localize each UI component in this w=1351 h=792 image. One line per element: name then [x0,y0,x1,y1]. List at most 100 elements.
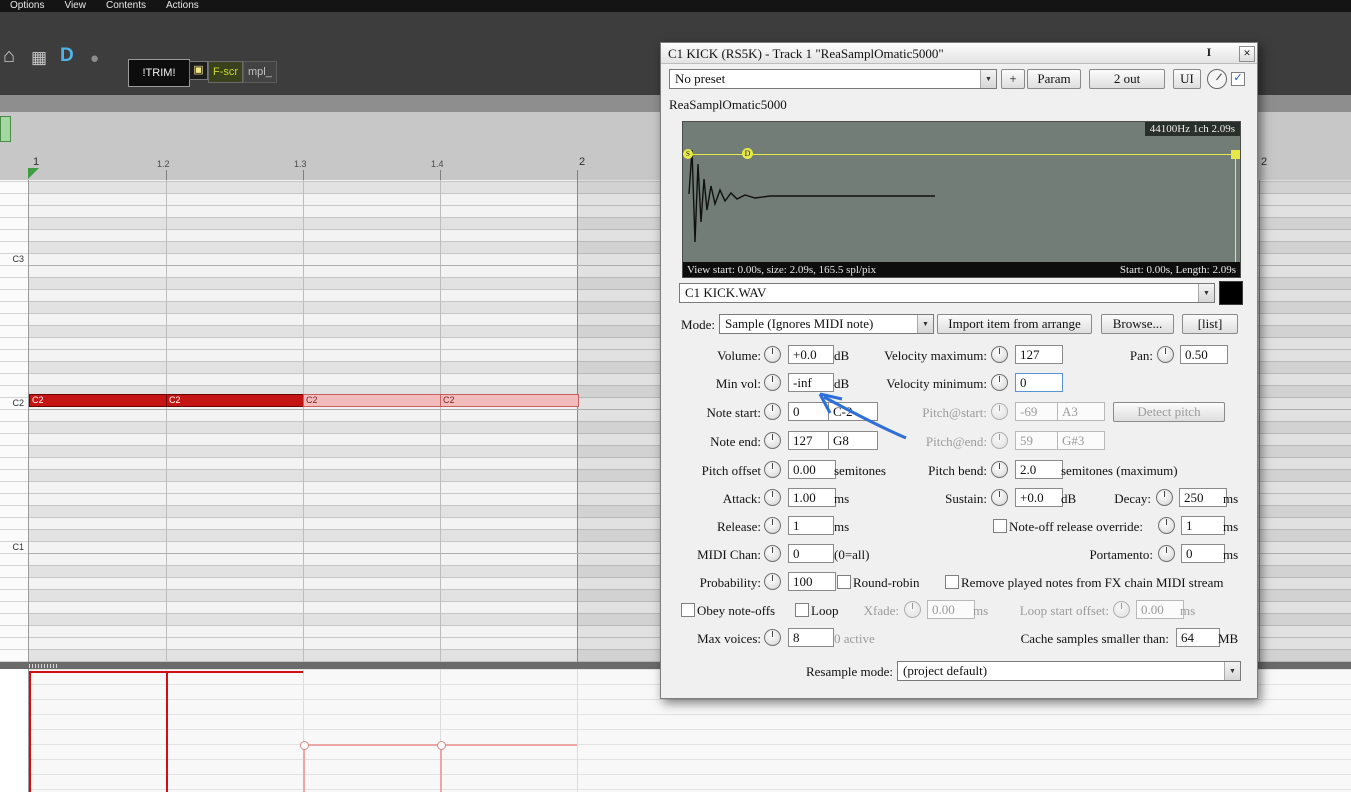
menu-contents[interactable]: Contents [96,0,156,12]
piano-keys[interactable] [0,180,29,662]
detect-pitch-button[interactable]: Detect pitch [1113,402,1225,422]
wet-dry-knob[interactable] [1207,69,1227,89]
volume-field[interactable]: +0.0 [788,345,834,364]
loop-start-field[interactable]: 0.00 [1136,600,1184,619]
pitch-start-knob[interactable] [991,403,1008,420]
cache-field[interactable]: 64 [1176,628,1220,647]
sustain-field[interactable]: +0.0 [1015,488,1063,507]
pitch-bend-knob[interactable] [991,461,1008,478]
list-button[interactable]: [list] [1182,314,1238,334]
note-end-knob[interactable] [764,432,781,449]
sample-combo[interactable]: C1 KICK.WAV ▼ [679,283,1215,303]
note-start-knob[interactable] [764,403,781,420]
max-voices-knob[interactable] [764,629,781,646]
lane-drag-handle[interactable] [29,664,57,668]
midi-note-selected[interactable]: C2 [29,394,168,407]
chevron-down-icon[interactable]: ▼ [1198,284,1214,302]
chevron-down-icon[interactable]: ▼ [1224,662,1240,680]
sustain-knob[interactable] [991,489,1008,506]
midi-chan-field[interactable]: 0 [788,544,834,563]
param-button[interactable]: Param [1027,69,1081,89]
sample-end-line[interactable] [1235,154,1236,262]
browse-button[interactable]: Browse... [1101,314,1174,334]
pitch-bend-field[interactable]: 2.0 [1015,460,1063,479]
reaper-d-icon[interactable]: D [60,45,74,67]
monitor-icon[interactable]: ● [90,50,99,67]
vel-min-field[interactable]: 0 [1015,373,1063,392]
velocity-handle[interactable] [437,741,446,750]
round-robin-checkbox[interactable] [837,575,851,589]
decay-knob[interactable] [1156,489,1173,506]
ui-button[interactable]: UI [1173,69,1201,89]
pan-field[interactable]: 0.50 [1180,345,1228,364]
noteoff-override-field[interactable]: 1 [1181,516,1225,535]
clip-icon[interactable]: ▣ [189,61,208,80]
probability-knob[interactable] [764,573,781,590]
xfade-field[interactable]: 0.00 [927,600,975,619]
remove-played-checkbox[interactable] [945,575,959,589]
item-start-marker[interactable] [28,168,39,179]
home-icon[interactable]: ⌂ [3,45,15,68]
pitch-start-note-field[interactable]: A3 [1057,402,1105,421]
chevron-down-icon[interactable]: ▼ [980,70,996,88]
vel-max-knob[interactable] [991,346,1008,363]
midi-note-unselected[interactable]: C2 [303,394,442,407]
release-field[interactable]: 1 [788,516,834,535]
end-handle[interactable] [1231,150,1240,159]
portamento-knob[interactable] [1158,545,1175,562]
gain-envelope-line[interactable] [683,154,1240,155]
xfade-knob[interactable] [904,601,921,618]
noteoff-override-knob[interactable] [1158,517,1175,534]
menu-actions[interactable]: Actions [156,0,209,12]
vel-min-knob[interactable] [991,374,1008,391]
loop-start-knob[interactable] [1113,601,1130,618]
pitch-end-knob[interactable] [991,432,1008,449]
preset-save-button[interactable]: + [1001,69,1025,89]
chevron-down-icon[interactable]: ▼ [917,315,933,333]
close-icon[interactable]: ✕ [1239,46,1255,62]
waveform-display[interactable]: 44100Hz 1ch 2.09s S D View start: 0.00s,… [682,121,1241,278]
velocity-stem[interactable] [440,744,442,792]
start-marker[interactable]: S [683,149,693,159]
pitch-start-field[interactable]: -69 [1015,402,1061,421]
fscr-button[interactable]: F-scr [208,61,244,83]
dock-icon[interactable]: I [1201,45,1217,61]
attack-knob[interactable] [764,489,781,506]
pitch-end-note-field[interactable]: G#3 [1057,431,1105,450]
pitch-offset-field[interactable]: 0.00 [788,460,836,479]
min-vol-field[interactable]: -inf [788,373,834,392]
probability-field[interactable]: 100 [788,572,836,591]
pitch-offset-knob[interactable] [764,461,781,478]
mpl-button[interactable]: mpl_ [243,61,277,83]
grid-icon[interactable]: ▦ [31,48,47,68]
obey-noteoffs-checkbox[interactable] [681,603,695,617]
velocity-stem[interactable] [166,671,168,792]
velocity-stem[interactable] [303,744,305,792]
mode-combo[interactable]: Sample (Ignores MIDI note) ▼ [719,314,934,334]
import-item-button[interactable]: Import item from arrange [937,314,1092,334]
pitch-end-field[interactable]: 59 [1015,431,1061,450]
velocity-stem[interactable] [29,671,31,792]
midi-note-unselected[interactable]: C2 [440,394,579,407]
release-knob[interactable] [764,517,781,534]
portamento-field[interactable]: 0 [1181,544,1225,563]
resample-combo[interactable]: (project default) ▼ [897,661,1241,681]
midi-chan-knob[interactable] [764,545,781,562]
vel-max-field[interactable]: 127 [1015,345,1063,364]
d-marker[interactable]: D [742,148,753,159]
menu-view[interactable]: View [54,0,96,12]
decay-field[interactable]: 250 [1179,488,1227,507]
trim-button[interactable]: !TRIM! [128,59,190,87]
loop-checkbox[interactable] [795,603,809,617]
pan-knob[interactable] [1157,346,1174,363]
min-vol-knob[interactable] [764,374,781,391]
midi-note-selected[interactable]: C2 [166,394,305,407]
channels-button[interactable]: 2 out [1089,69,1165,89]
noteoff-override-checkbox[interactable] [993,519,1007,533]
fx-enabled-checkbox[interactable]: ✓ [1231,72,1245,86]
menu-options[interactable]: Options [0,0,54,12]
fx-title-bar[interactable]: C1 KICK (RS5K) - Track 1 "ReaSamplOmatic… [661,43,1257,64]
attack-field[interactable]: 1.00 [788,488,836,507]
preset-combo[interactable]: No preset ▼ [669,69,997,89]
velocity-handle[interactable] [300,741,309,750]
